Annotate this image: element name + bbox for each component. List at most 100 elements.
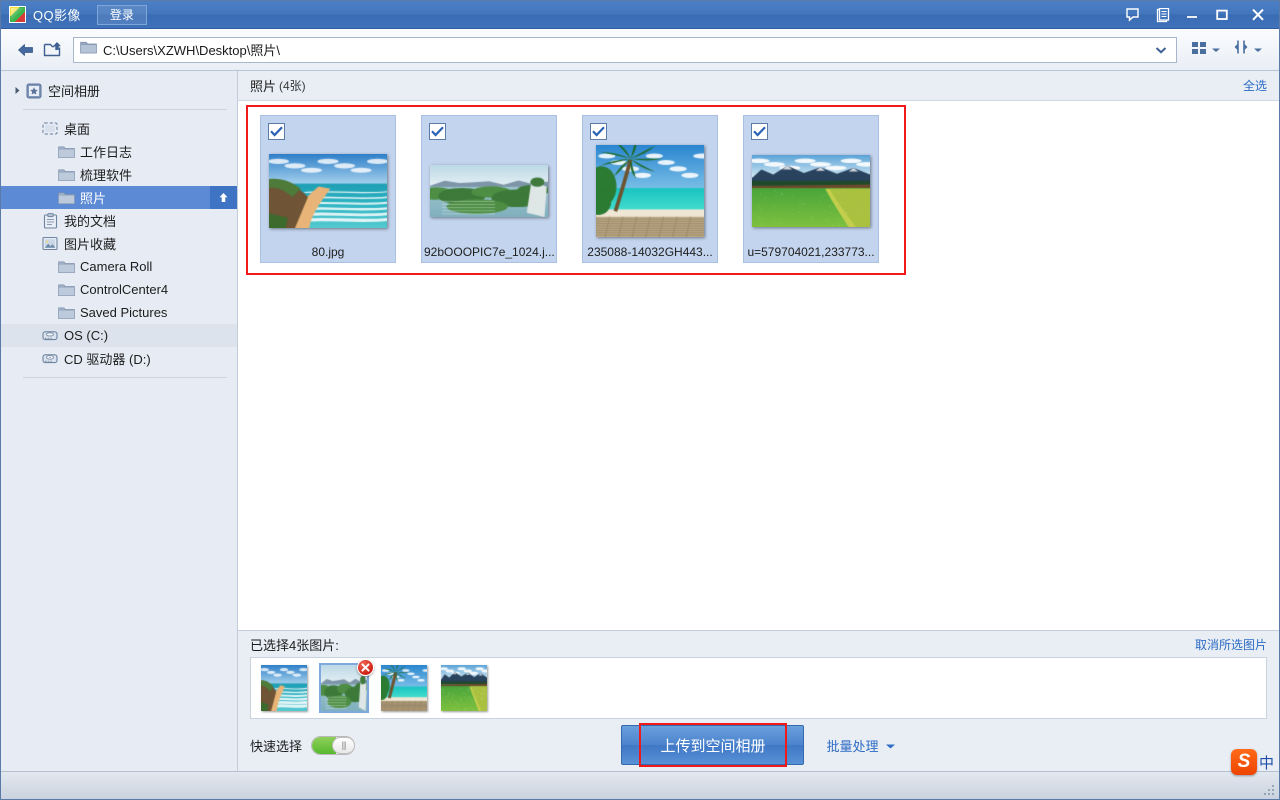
feedback-icon[interactable]: [1117, 1, 1147, 29]
documents-icon: [41, 212, 59, 230]
tile-image: [269, 145, 387, 237]
sidebar-item-[interactable]: 工作日志: [1, 140, 237, 163]
close-icon[interactable]: [1237, 1, 1279, 29]
sidebar-item-label: 工作日志: [80, 142, 132, 161]
sidebar-item-label: 空间相册: [48, 81, 100, 100]
body: 空间相册桌面工作日志梳理软件照片我的文档图片收藏Camera RollContr…: [1, 71, 1279, 771]
space-album-icon: [25, 82, 43, 100]
selected-thumbnail-image: [261, 665, 307, 711]
chevron-down-icon: [1211, 41, 1221, 59]
quick-select-label: 快速选择: [250, 736, 302, 755]
tile-checkbox[interactable]: [268, 123, 285, 140]
select-all-link[interactable]: 全选: [1243, 77, 1267, 94]
sidebar-item-[interactable]: 空间相册: [1, 79, 237, 102]
open-folder-up-icon[interactable]: [39, 36, 67, 64]
sidebar-item-camera-roll[interactable]: Camera Roll: [1, 255, 237, 278]
sidebar-item-[interactable]: 图片收藏: [1, 232, 237, 255]
page-title: 照片: [250, 76, 276, 95]
content-area: 照片 (4张) 全选 80.jpg92bOOOPIC7e_1024.j... 23…: [238, 71, 1279, 771]
quick-select-toggle[interactable]: |||: [311, 736, 355, 755]
selected-thumbnail[interactable]: [321, 665, 367, 711]
pictures-icon: [41, 235, 59, 253]
thumbnail-tile[interactable]: u=579704021,233773...: [743, 115, 879, 263]
sidebar-item-label: 桌面: [64, 119, 90, 138]
minimize-icon[interactable]: [1177, 1, 1207, 29]
sidebar-item-controlcenter4[interactable]: ControlCenter4: [1, 278, 237, 301]
sidebar-item-label: OS (C:): [64, 328, 108, 343]
thumbnail-tile[interactable]: 235088-14032GH443...: [582, 115, 718, 263]
sidebar-item-label: CD 驱动器 (D:): [64, 349, 151, 368]
sidebar-item-cd-d[interactable]: CD 驱动器 (D:): [1, 347, 237, 370]
sidebar-item-label: 梳理软件: [80, 165, 132, 184]
upload-button-wrap: 上传到空间相册: [621, 725, 804, 765]
tile-checkbox[interactable]: [429, 123, 446, 140]
window-controls: [1117, 1, 1279, 29]
address-input[interactable]: C:\Users\XZWH\Desktop\照片\: [103, 40, 1150, 59]
sidebar-item-[interactable]: 桌面: [1, 117, 237, 140]
sidebar: 空间相册桌面工作日志梳理软件照片我的文档图片收藏 Camera RollContr…: [1, 71, 238, 771]
sort-icon: [1233, 39, 1250, 60]
menu-icon[interactable]: [1147, 1, 1177, 29]
sidebar-item-[interactable]: 照片: [1, 186, 237, 209]
batch-process-button[interactable]: 批量处理: [826, 736, 895, 755]
selected-thumbnail[interactable]: [441, 665, 487, 711]
action-bar: 快速选择 ||| 上传到空间相册 批量处理: [238, 719, 1279, 771]
app-window: QQ影像 登录: [0, 0, 1280, 800]
login-button[interactable]: 登录: [97, 5, 147, 25]
drive-icon: [41, 327, 59, 345]
folder-icon: [57, 166, 75, 184]
tile-image-canvas: [430, 165, 548, 217]
sidebar-divider: [23, 109, 227, 110]
folder-icon: [57, 258, 75, 276]
selected-thumbnail[interactable]: [261, 665, 307, 711]
grid-view-icon: [1191, 40, 1208, 60]
selected-thumbnail[interactable]: [381, 665, 427, 711]
sidebar-item-label: 图片收藏: [64, 234, 116, 253]
title-bar: QQ影像 登录: [1, 1, 1279, 29]
sidebar-item-label: 我的文档: [64, 211, 116, 230]
maximize-icon[interactable]: [1207, 1, 1237, 29]
tile-filename: u=579704021,233773...: [747, 245, 874, 259]
thumbnail-grid: 80.jpg92bOOOPIC7e_1024.j... 235088-14032G…: [238, 101, 1279, 263]
selected-thumbnail-image: [381, 665, 427, 711]
tile-image-canvas: [596, 145, 704, 237]
sidebar-item-[interactable]: 我的文档: [1, 209, 237, 232]
back-arrow-icon[interactable]: [11, 36, 39, 64]
selection-bar-header: 已选择4张图片: 取消所选图片: [238, 631, 1279, 657]
content-header: 照片 (4张) 全选: [238, 71, 1279, 101]
sidebar-item-[interactable]: 梳理软件: [1, 163, 237, 186]
chevron-right-icon[interactable]: [9, 86, 25, 95]
thumbnail-grid-wrap: 80.jpg92bOOOPIC7e_1024.j... 235088-14032G…: [238, 101, 1279, 630]
tile-checkbox[interactable]: [751, 123, 768, 140]
thumbnail-tile[interactable]: 92bOOOPIC7e_1024.j...: [421, 115, 557, 263]
sogou-logo-icon[interactable]: S: [1231, 749, 1257, 775]
selection-bar: 已选择4张图片: 取消所选图片: [238, 630, 1279, 719]
tile-image: [591, 145, 709, 237]
chevron-down-icon: [1253, 41, 1263, 59]
chevron-down-icon: [885, 738, 896, 753]
grid-view-button[interactable]: [1185, 36, 1227, 64]
tile-checkbox[interactable]: [590, 123, 607, 140]
up-arrow-icon[interactable]: [210, 186, 237, 209]
qq-image-logo-icon: [9, 6, 26, 23]
folder-icon: [57, 143, 75, 161]
sidebar-item-saved-pictures[interactable]: Saved Pictures: [1, 301, 237, 324]
thumbnail-tile[interactable]: 80.jpg: [260, 115, 396, 263]
folder-icon: [57, 304, 75, 322]
sidebar-item-os-c[interactable]: OS (C:): [1, 324, 237, 347]
sidebar-item-label: Saved Pictures: [80, 305, 167, 320]
upload-to-album-button[interactable]: 上传到空间相册: [621, 725, 804, 765]
ime-mode-label[interactable]: 中: [1259, 752, 1274, 773]
address-bar[interactable]: C:\Users\XZWH\Desktop\照片\: [73, 37, 1177, 63]
chevron-down-icon[interactable]: [1150, 38, 1172, 62]
folder-icon: [57, 189, 75, 207]
cancel-selection-link[interactable]: 取消所选图片: [1195, 636, 1267, 653]
action-bar-center: 上传到空间相册 批量处理: [238, 725, 1279, 765]
tile-filename: 235088-14032GH443...: [587, 245, 712, 259]
delete-circle-icon[interactable]: [357, 659, 374, 676]
resize-grip-icon[interactable]: [1264, 785, 1276, 797]
toolbar: C:\Users\XZWH\Desktop\照片\: [1, 29, 1279, 71]
folder-icon: [80, 40, 97, 59]
sort-button[interactable]: [1227, 36, 1269, 64]
tile-image: [752, 145, 870, 237]
